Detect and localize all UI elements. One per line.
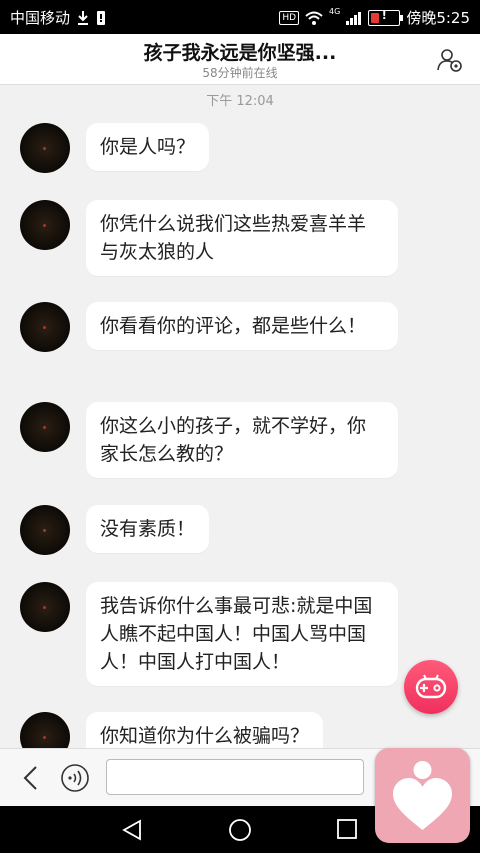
message-bubble[interactable]: 没有素质！ — [86, 505, 210, 553]
avatar[interactable] — [20, 302, 70, 352]
message-row: 你是人吗？ — [20, 123, 210, 173]
nav-recent-apps-icon[interactable] — [336, 818, 358, 840]
message-bubble[interactable]: 我告诉你什么事最可悲:就是中国人瞧不起中国人！中国人骂中国人！中国人打中国人！ — [86, 582, 398, 686]
message-bubble[interactable]: 你是人吗？ — [86, 123, 210, 171]
profile-settings-icon[interactable] — [436, 46, 464, 74]
heart-person-icon — [393, 761, 452, 830]
status-time: 傍晚5:25 — [406, 9, 470, 27]
network-type: 4G — [329, 7, 341, 16]
chat-header: 孩子我永远是你坚强... 58分钟前在线 — [0, 34, 480, 85]
avatar[interactable] — [20, 402, 70, 452]
carrier-label: 中国移动 — [10, 9, 71, 27]
notification-icon — [97, 10, 106, 25]
last-online-status: 58分钟前在线 — [202, 66, 278, 80]
app-logo — [375, 748, 470, 843]
avatar[interactable] — [20, 505, 70, 555]
voice-input-icon[interactable] — [60, 763, 90, 793]
message-row: 我告诉你什么事最可悲:就是中国人瞧不起中国人！中国人骂中国人！中国人打中国人！ — [20, 582, 398, 686]
game-button[interactable] — [404, 660, 458, 714]
avatar[interactable] — [20, 582, 70, 632]
status-bar: 中国移动 HD 4G ! 傍晚5:25 — [0, 0, 480, 34]
battery-icon: ! — [368, 9, 404, 26]
gamepad-icon — [415, 674, 447, 699]
chat-title: 孩子我永远是你坚强... — [143, 42, 337, 64]
message-bubble[interactable]: 你看看你的评论，都是些什么！ — [86, 302, 398, 350]
wifi-icon — [305, 11, 323, 25]
collapse-back-icon[interactable] — [20, 765, 42, 791]
download-icon — [78, 10, 89, 25]
message-bubble[interactable]: 你凭什么说我们这些热爱喜羊羊与灰太狼的人 — [86, 200, 398, 276]
message-row: 你凭什么说我们这些热爱喜羊羊与灰太狼的人 — [20, 200, 398, 276]
nav-back-icon[interactable] — [120, 818, 144, 842]
nav-home-icon[interactable] — [228, 818, 252, 842]
hd-badge: HD — [279, 10, 300, 25]
message-row: 你这么小的孩子，就不学好，你家长怎么教的？ — [20, 402, 398, 478]
message-row: 没有素质！ — [20, 505, 210, 555]
signal-icon — [346, 11, 362, 25]
avatar[interactable] — [20, 123, 70, 173]
message-input[interactable] — [106, 759, 364, 795]
message-row: 你看看你的评论，都是些什么！ — [20, 302, 398, 352]
message-bubble[interactable]: 你这么小的孩子，就不学好，你家长怎么教的？ — [86, 402, 398, 478]
message-timestamp: 下午 12:04 — [206, 94, 274, 109]
avatar[interactable] — [20, 200, 70, 250]
